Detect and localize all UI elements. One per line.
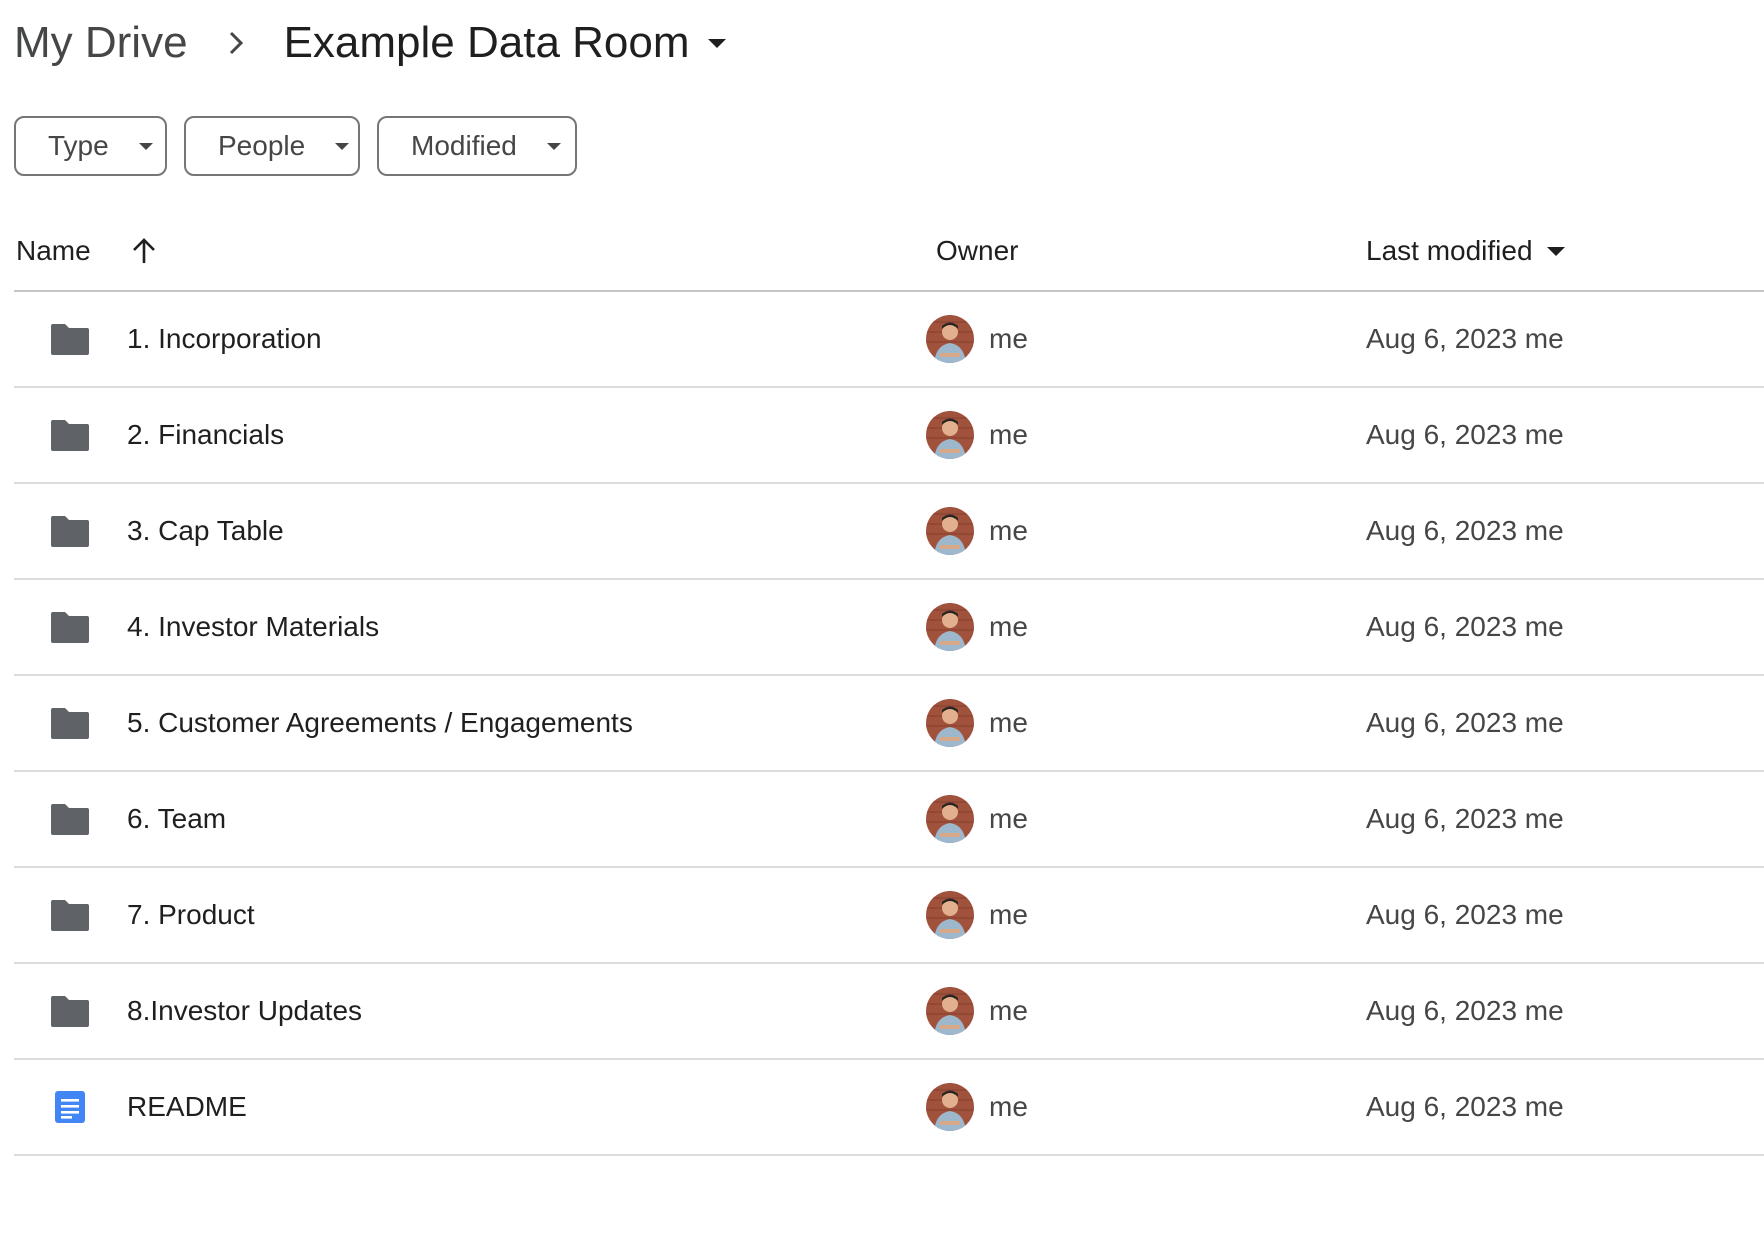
owner-name: me (989, 899, 1028, 930)
last-modified-value: Aug 6, 2023 me (1366, 611, 1564, 642)
file-name: 1. Incorporation (127, 323, 322, 354)
owner-name: me (989, 515, 1028, 546)
owner-avatar (926, 891, 974, 939)
last-modified-value: Aug 6, 2023 me (1366, 419, 1564, 450)
breadcrumb-my-drive[interactable]: My Drive (14, 18, 224, 68)
owner-avatar (926, 507, 974, 555)
type-filter-label: Type (48, 130, 109, 161)
name-header-label: Name (16, 235, 91, 266)
owner-avatar (926, 795, 974, 843)
last-modified-column-header[interactable]: Last modified (1366, 235, 1565, 267)
owner-avatar (926, 987, 974, 1035)
file-name: 6. Team (127, 803, 227, 834)
last-modified-header-label: Last modified (1366, 235, 1533, 266)
owner-name: me (989, 1091, 1028, 1122)
caret-down-icon (546, 142, 561, 150)
breadcrumb: My Drive Example Data Room (14, 8, 726, 78)
table-row[interactable]: 4. Investor Materials me Aug 6, 2023 me (14, 580, 1764, 676)
folder-icon (50, 418, 90, 452)
caret-down-icon (707, 38, 726, 48)
owner-avatar (926, 699, 974, 747)
table-row[interactable]: 7. Product me Aug 6, 2023 me (14, 868, 1764, 964)
owner-name: me (989, 419, 1028, 450)
breadcrumb-current-folder[interactable]: Example Data Room (284, 18, 726, 68)
owner-avatar (926, 315, 974, 363)
table-row[interactable]: 5. Customer Agreements / Engagements me … (14, 676, 1764, 772)
folder-icon (50, 706, 90, 740)
name-column-header[interactable]: Name (16, 235, 159, 267)
file-name: 2. Financials (127, 419, 285, 450)
last-modified-value: Aug 6, 2023 me (1366, 1091, 1564, 1122)
table-row[interactable]: 8.Investor Updates me Aug 6, 2023 me (14, 964, 1764, 1060)
owner-avatar (926, 1083, 974, 1131)
folder-icon (50, 802, 90, 836)
file-name: 7. Product (127, 899, 255, 930)
file-name: 5. Customer Agreements / Engagements (127, 707, 633, 738)
current-folder-title: Example Data Room (283, 18, 690, 67)
table-row[interactable]: 2. Financials me Aug 6, 2023 me (14, 388, 1764, 484)
last-modified-value: Aug 6, 2023 me (1366, 707, 1564, 738)
filter-bar: Type People Modified (14, 116, 577, 176)
people-filter-chip[interactable]: People (184, 116, 360, 176)
people-filter-label: People (218, 130, 306, 161)
owner-column-header[interactable]: Owner (936, 235, 1018, 267)
folder-icon (50, 610, 90, 644)
folder-icon (50, 322, 90, 356)
modified-filter-chip[interactable]: Modified (377, 116, 577, 176)
last-modified-value: Aug 6, 2023 me (1366, 995, 1564, 1026)
last-modified-value: Aug 6, 2023 me (1366, 323, 1564, 354)
owner-name: me (989, 803, 1028, 834)
file-list: Name Owner Last modified 1. Incorporatio… (14, 212, 1764, 1156)
table-row[interactable]: 1. Incorporation me Aug 6, 2023 me (14, 292, 1764, 388)
caret-down-icon (335, 142, 350, 150)
last-modified-value: Aug 6, 2023 me (1366, 515, 1564, 546)
table-row[interactable]: 3. Cap Table me Aug 6, 2023 me (14, 484, 1764, 580)
owner-name: me (989, 323, 1028, 354)
file-name: 4. Investor Materials (127, 611, 380, 642)
type-filter-chip[interactable]: Type (14, 116, 167, 176)
caret-down-icon (1546, 246, 1565, 256)
owner-name: me (989, 611, 1028, 642)
table-row[interactable]: README me Aug 6, 2023 me (14, 1060, 1764, 1156)
last-modified-value: Aug 6, 2023 me (1366, 803, 1564, 834)
chevron-right-icon (224, 25, 248, 61)
owner-avatar (926, 603, 974, 651)
google-doc-icon (50, 1090, 90, 1124)
file-name: README (127, 1091, 247, 1122)
table-row[interactable]: 6. Team me Aug 6, 2023 me (14, 772, 1764, 868)
owner-avatar (926, 411, 974, 459)
folder-icon (50, 514, 90, 548)
file-rows: 1. Incorporation me Aug 6, 2023 me 2. Fi… (14, 292, 1764, 1156)
caret-down-icon (138, 142, 153, 150)
owner-name: me (989, 995, 1028, 1026)
owner-name: me (989, 707, 1028, 738)
last-modified-value: Aug 6, 2023 me (1366, 899, 1564, 930)
folder-icon (50, 898, 90, 932)
folder-icon (50, 994, 90, 1028)
arrow-up-icon[interactable] (129, 236, 159, 266)
file-name: 8.Investor Updates (127, 995, 363, 1026)
file-list-header: Name Owner Last modified (14, 212, 1764, 292)
modified-filter-label: Modified (411, 130, 517, 161)
file-name: 3. Cap Table (127, 515, 284, 546)
